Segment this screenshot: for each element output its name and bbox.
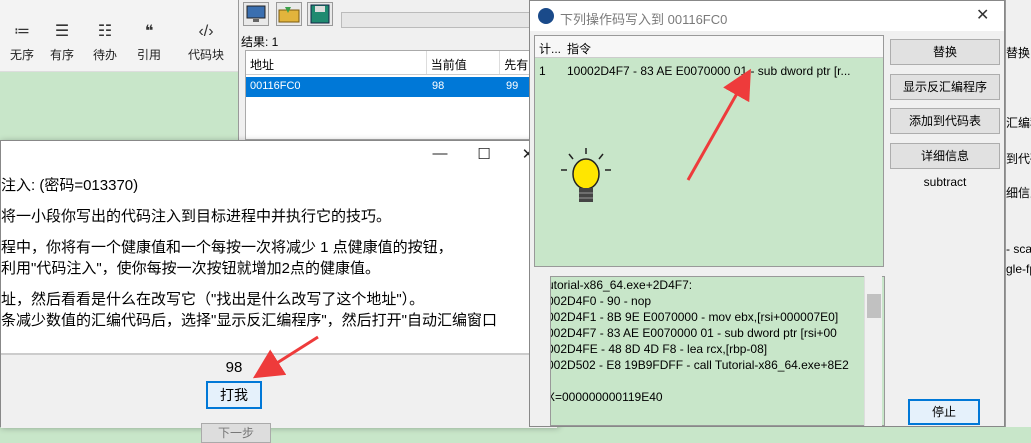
annotation-arrows: [252, 68, 751, 379]
arrow-annotation: [252, 335, 319, 379]
arrow-annotation: [686, 68, 751, 181]
